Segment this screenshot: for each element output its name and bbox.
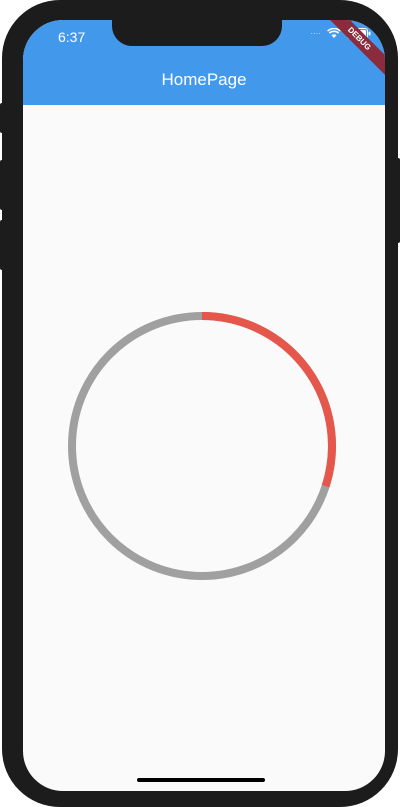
signal-icon: ···· xyxy=(310,29,321,38)
volume-up-button xyxy=(0,160,5,210)
app-screen: 6:37 ···· DEBUG HomePage xyxy=(23,20,385,791)
progress-arc xyxy=(201,312,336,488)
home-indicator xyxy=(137,778,265,782)
mute-switch xyxy=(0,103,5,133)
app-bar: 6:37 ···· DEBUG HomePage xyxy=(23,20,385,105)
power-button xyxy=(395,158,400,243)
volume-down-button xyxy=(0,220,5,270)
page-title: HomePage xyxy=(161,70,247,89)
status-time: 6:37 xyxy=(58,29,86,45)
notch xyxy=(112,20,282,46)
circular-progress-indicator xyxy=(68,312,336,580)
